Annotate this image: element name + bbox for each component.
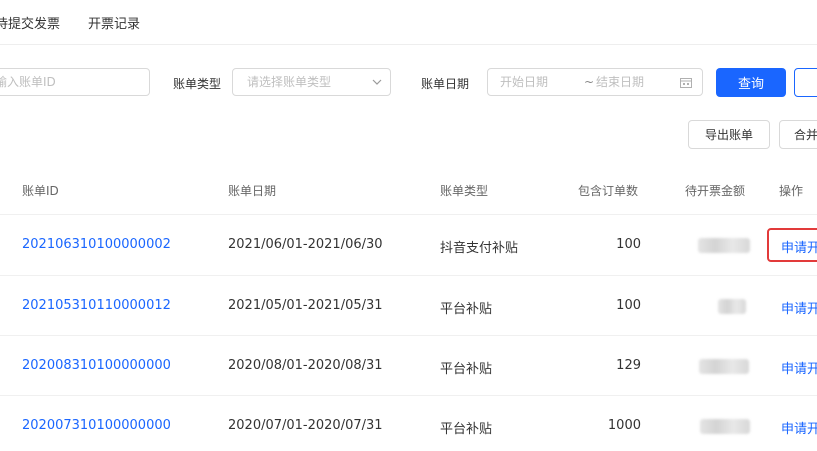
bill-type-cell: 平台补贴 (440, 362, 493, 377)
order-count-cell: 100 (616, 237, 641, 252)
table-row: 202106310100000002 2021/06/01-2021/06/30… (0, 215, 817, 275)
table-row: 202008310100000000 2020/08/01-2020/08/31… (0, 336, 817, 396)
order-count-cell: 100 (616, 298, 641, 313)
apply-invoice-link[interactable]: 申请开 (781, 298, 817, 317)
redacted-amount (699, 359, 749, 374)
bill-date-range-picker[interactable]: 开始日期 ~ 结束日期 (487, 68, 703, 96)
apply-invoice-link[interactable]: 申请开 (781, 358, 817, 377)
bill-date-cell: 2021/05/01-2021/05/31 (228, 298, 383, 313)
bill-id-link[interactable]: 202007310100000000 (22, 418, 171, 433)
tab-bar: 待提交发票 开票记录 (0, 0, 817, 45)
bill-date-label: 账单日期 (421, 77, 470, 91)
bill-id-link[interactable]: 202008310100000000 (22, 358, 171, 373)
bill-date-cell: 2020/07/01-2020/07/31 (228, 418, 383, 433)
header-order-count: 包含订单数 (578, 184, 639, 198)
table-row: 202007310100000000 2020/07/01-2020/07/31… (0, 396, 817, 451)
date-separator: ~ (584, 75, 595, 89)
header-pending-amount: 待开票金额 (685, 184, 746, 198)
end-date-placeholder: 结束日期 (596, 75, 645, 89)
bill-type-placeholder: 请选择账单类型 (247, 75, 332, 89)
highlight-box (767, 228, 817, 262)
tab-invoice-records[interactable]: 开票记录 (88, 13, 140, 32)
calendar-icon (680, 78, 692, 88)
bill-id-link[interactable]: 202106310100000002 (22, 237, 171, 252)
invoice-page: 待提交发票 开票记录 账单类型 请选择账单类型 账单日期 开始日期 ~ 结束日期… (0, 0, 817, 451)
merge-button[interactable]: 合并 (779, 120, 817, 149)
order-count-cell: 129 (616, 358, 641, 373)
bill-date-cell: 2021/06/01-2021/06/30 (228, 237, 383, 252)
bill-type-cell: 平台补贴 (440, 302, 493, 317)
start-date-placeholder: 开始日期 (500, 75, 549, 89)
table-row: 202105310110000012 2021/05/01-2021/05/31… (0, 276, 817, 336)
tab-pending-invoices[interactable]: 待提交发票 (0, 13, 60, 32)
export-bills-button[interactable]: 导出账单 (688, 120, 770, 149)
chevron-down-icon (372, 79, 382, 85)
bill-type-cell: 平台补贴 (440, 422, 493, 437)
redacted-amount (698, 238, 750, 253)
bill-type-cell: 抖音支付补贴 (440, 241, 519, 256)
redacted-amount (700, 419, 750, 434)
header-bill-date: 账单日期 (228, 184, 277, 198)
apply-invoice-link[interactable]: 申请开 (781, 418, 817, 437)
order-count-cell: 1000 (607, 418, 641, 433)
header-operation: 操作 (779, 184, 804, 198)
redacted-amount (718, 299, 746, 314)
query-button[interactable]: 查询 (716, 68, 786, 97)
bill-date-cell: 2020/08/01-2020/08/31 (228, 358, 383, 373)
bill-type-label: 账单类型 (173, 77, 222, 91)
header-bill-type: 账单类型 (440, 184, 489, 198)
bill-type-select[interactable]: 请选择账单类型 (232, 68, 391, 96)
header-bill-id: 账单ID (22, 184, 59, 198)
bill-id-input[interactable] (0, 68, 150, 96)
reset-button[interactable] (794, 68, 817, 97)
bill-id-link[interactable]: 202105310110000012 (22, 298, 171, 313)
